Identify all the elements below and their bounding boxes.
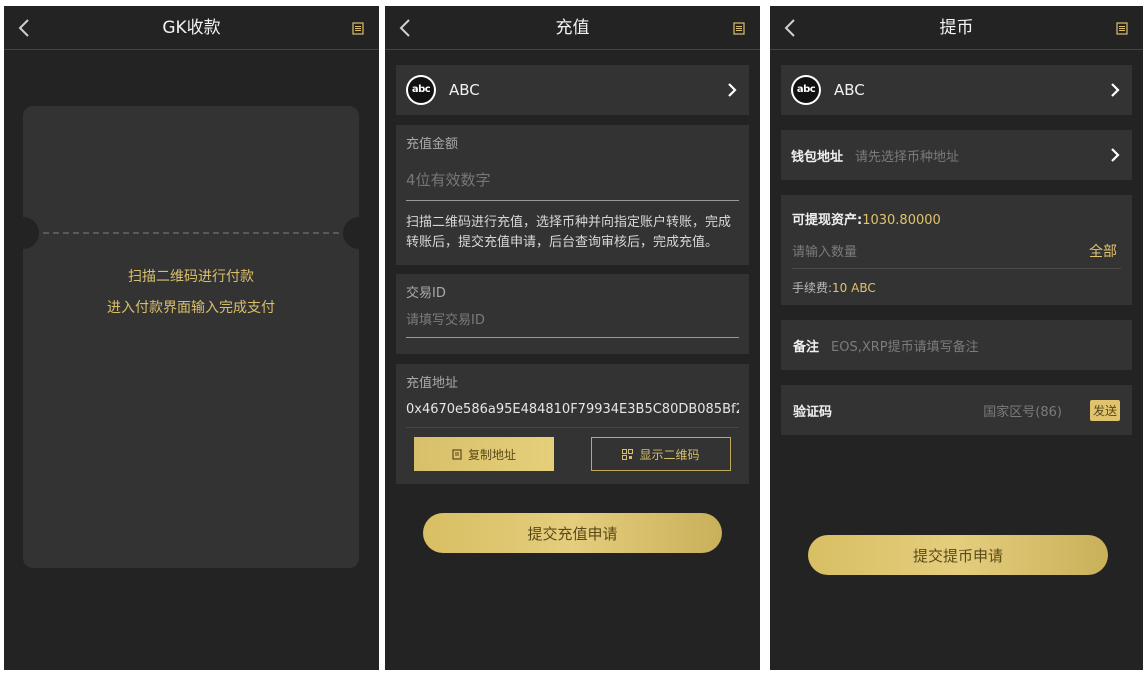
qr-code-icon [622,448,634,460]
copy-address-label: 复制地址 [467,447,516,462]
copy-icon [452,448,462,460]
verification-code-row: 验证码 国家区号(86) 发送 [781,385,1132,435]
screen-gk-receive: GK收款 扫描二维码进行付款 进入付款界面输入完成支付 [4,6,379,670]
ticket-notch-right [343,217,375,249]
memo-input[interactable]: EOS,XRP提币请填写备注 [831,336,1120,355]
send-code-button[interactable]: 发送 [1089,399,1120,421]
scan-instruction: 扫描二维码进行付款 [128,269,254,285]
copy-address-button[interactable]: 复制地址 [414,437,554,471]
amount-panel: 充值金额 4位有效数字 扫描二维码进行充值，选择币种并向指定账户转账，完成转账后… [396,125,749,265]
coin-logo: abc [406,75,436,105]
coin-logo: abc [791,75,821,105]
page-title: GK收款 [162,18,221,38]
txid-input[interactable]: 请填写交易ID [406,310,739,338]
memo-label: 备注 [793,339,820,355]
coin-logo-text: abc [793,77,819,103]
chevron-right-icon [1108,146,1122,164]
wallet-address-placeholder: 请先选择币种地址 [855,149,960,165]
show-qr-button[interactable]: 显示二维码 [591,437,731,471]
memo-row: 备注 EOS,XRP提币请填写备注 [781,320,1132,370]
address-panel: 充值地址 0x4670e586a95E484810F79934E3B5C80DB… [396,364,749,484]
txid-panel: 交易ID 请填写交易ID [396,274,749,354]
top-bar: GK收款 [4,6,379,50]
document-icon[interactable] [1115,21,1129,35]
quantity-row: 请输入数量 全部 [792,233,1121,269]
available-assets: 可提现资产:1030.80000 [792,209,941,228]
page-title: 提币 [939,18,974,38]
coin-name: ABC [449,81,480,99]
screen-withdraw: 提币 abc ABC 钱包地址 请先选择币种地址 可提现资产:1030.8000… [770,6,1143,670]
chevron-right-icon [725,81,739,99]
pay-instruction: 进入付款界面输入完成支付 [107,300,275,316]
recharge-description: 扫描二维码进行充值，选择币种并向指定账户转账，完成转账后，提交充值申请，后台查询… [406,215,732,250]
top-bar: 提币 [770,6,1143,50]
country-code-select[interactable]: 国家区号(86) [983,401,1062,420]
txid-label: 交易ID [406,286,446,301]
submit-withdraw-button[interactable]: 提交提币申请 [808,535,1108,575]
chevron-right-icon [1108,81,1122,99]
all-button[interactable]: 全部 [1089,241,1117,261]
back-arrow-icon[interactable] [780,17,800,39]
page-title: 充值 [555,18,590,38]
submit-recharge-button[interactable]: 提交充值申请 [423,513,722,553]
screen-recharge: 充值 abc ABC 充值金额 4位有效数字 扫描二维码进行充值，选择币种并向指… [385,6,760,670]
amount-label: 充值金额 [406,137,459,152]
address-label: 充值地址 [406,376,459,391]
qr-card: 扫描二维码进行付款 进入付款界面输入完成支付 [7,106,375,568]
coin-logo-text: abc [408,77,434,103]
show-qr-label: 显示二维码 [639,447,700,462]
recharge-address: 0x4670e586a95E484810F79934E3B5C80DB085Bf… [406,402,739,417]
withdraw-amount-panel: 可提现资产:1030.80000 请输入数量 全部 手续费:10 ABC [781,195,1132,305]
dashed-divider [43,232,339,234]
document-icon[interactable] [351,21,365,35]
coin-selector[interactable]: abc ABC [781,65,1132,115]
available-label: 可提现资产: [792,213,863,228]
ticket-notch-left [7,217,39,249]
verification-code-label: 验证码 [793,404,833,420]
fee-label: 手续费: [792,281,833,295]
coin-name: ABC [834,81,865,99]
back-arrow-icon[interactable] [14,17,34,39]
quantity-input[interactable]: 请输入数量 [792,241,1089,260]
wallet-address-label: 钱包地址 [791,149,844,165]
available-value: 1030.80000 [862,213,941,228]
document-icon[interactable] [732,21,746,35]
back-arrow-icon[interactable] [395,17,415,39]
fee-value: 10 ABC [832,281,876,295]
wallet-address-row[interactable]: 钱包地址 请先选择币种地址 [781,130,1132,180]
coin-selector[interactable]: abc ABC [396,65,749,115]
divider [406,427,739,428]
top-bar: 充值 [385,6,760,50]
amount-input[interactable]: 4位有效数字 [406,165,739,201]
fee-row: 手续费:10 ABC [792,279,876,296]
